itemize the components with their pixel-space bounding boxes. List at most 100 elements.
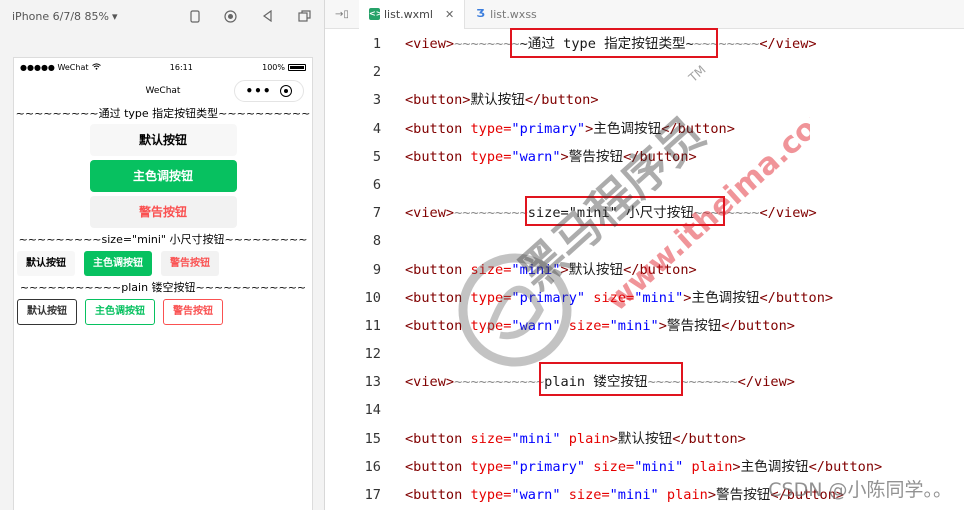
back-icon[interactable]	[259, 8, 275, 24]
line-number: 15	[364, 430, 381, 447]
line-number: 8	[372, 233, 381, 250]
code-token: </button>	[672, 430, 746, 447]
code-token: type=	[470, 120, 512, 137]
code-token: "warn"	[511, 487, 561, 503]
code-token: "mini"	[511, 261, 561, 278]
device-icon[interactable]	[187, 8, 203, 24]
plain-primary-button[interactable]: 主色调按钮	[85, 299, 155, 325]
line-number: 9	[372, 261, 381, 278]
code-token: <button	[405, 430, 463, 447]
chevron-down-icon: ▾	[111, 9, 118, 23]
code-token: ~	[685, 36, 694, 52]
code-editor: →▯ <> list.wxml ✕ Ʒ list.wxss 1 <view>~~…	[325, 0, 964, 510]
code-token: <button	[405, 458, 463, 475]
code-line: 4 <button type="primary">主色调按钮</button>	[325, 115, 964, 143]
plain-default-button[interactable]: 默认按钮	[17, 299, 77, 325]
code-token: ~~~~~~~~~~~	[647, 374, 738, 391]
code-token: type=	[470, 458, 512, 475]
code-line: 13 <view>~~~~~~~~~~~plain 镂空按钮~~~~~~~~~~…	[325, 368, 964, 396]
code-token: </view>	[759, 205, 817, 222]
code-token: "primary"	[511, 120, 586, 137]
split-editor-icon[interactable]: →▯	[325, 9, 359, 20]
line-number: 6	[372, 176, 381, 193]
code-line: 15 <button size="mini" plain>默认按钮</butto…	[325, 425, 964, 453]
code-token: "primary"	[511, 289, 586, 306]
code-token: >	[732, 458, 741, 475]
line-number: 1	[372, 36, 381, 52]
line-number: 11	[364, 317, 381, 334]
mini-warn-button[interactable]: 警告按钮	[161, 251, 219, 276]
device-selector[interactable]: iPhone 6/7/8 85% ▾	[12, 10, 118, 23]
line-number: 3	[372, 92, 381, 109]
close-miniprogram-icon[interactable]	[280, 85, 293, 97]
plain-warn-button[interactable]: 警告按钮	[163, 299, 223, 325]
code-line: 2	[325, 58, 964, 86]
code-token: ~	[519, 36, 528, 52]
code-line: 8	[325, 227, 964, 255]
line-number: 7	[372, 205, 381, 222]
code-token: <view>	[405, 374, 455, 391]
code-token: 警告按钮	[716, 487, 771, 503]
code-token: type=	[470, 487, 512, 503]
code-line: 9 <button size="mini">默认按钮</button>	[325, 256, 964, 284]
code-line: 10 <button type="primary" size="mini">主色…	[325, 284, 964, 312]
code-token: plain 镂空按钮	[544, 374, 648, 391]
copy-window-icon[interactable]	[296, 8, 312, 24]
mini-primary-button[interactable]: 主色调按钮	[84, 251, 152, 276]
line-number: 17	[364, 487, 381, 503]
battery-icon	[287, 63, 306, 71]
simulator-panel: iPhone 6/7/8 85% ▾ ●●●●● WeChat 16:11 10…	[0, 0, 325, 510]
line-number: 12	[364, 346, 381, 363]
code-token: >	[560, 261, 569, 278]
code-token: 警告按钮	[666, 317, 722, 334]
code-token: 默认按钮	[470, 92, 525, 109]
record-icon[interactable]	[222, 8, 238, 24]
line-number: 14	[364, 402, 381, 419]
section-type-label: ~~~~~~~~~通过 type 指定按钮类型~~~~~~~~~~	[15, 107, 311, 120]
code-token: </button>	[721, 317, 795, 334]
close-icon[interactable]: ✕	[445, 8, 454, 21]
line-number: 10	[364, 289, 381, 306]
simulator-toolbar: iPhone 6/7/8 85% ▾	[0, 0, 325, 32]
code-token: <button	[405, 261, 463, 278]
code-line: 12	[325, 340, 964, 368]
code-token: </button>	[524, 92, 599, 109]
tab-list-wxss[interactable]: Ʒ list.wxss	[465, 0, 547, 29]
code-token: <button	[405, 120, 463, 137]
code-token: 主色调按钮	[691, 289, 760, 306]
code-line: 14	[325, 396, 964, 424]
warn-button[interactable]: 警告按钮	[89, 196, 237, 228]
tab-list-wxml[interactable]: <> list.wxml ✕	[359, 0, 466, 29]
code-token: ~~~~~~~~	[693, 205, 760, 222]
code-token: </button>	[759, 289, 834, 306]
code-token: size=	[470, 430, 512, 447]
csdn-watermark: CSDN @小陈同学。。	[768, 479, 952, 501]
more-icon[interactable]: •••	[245, 85, 271, 97]
code-token: size=	[593, 289, 635, 306]
line-number: 2	[372, 64, 381, 81]
code-token: "mini"	[609, 487, 659, 503]
code-area[interactable]: 1 <view>~~~~~~~~~通过 type 指定按钮类型~~~~~~~~~…	[325, 30, 964, 509]
section-mini-label: ~~~~~~~~~size="mini" 小尺寸按钮~~~~~~~~~	[18, 233, 308, 246]
code-token: 警告按钮	[568, 148, 624, 165]
code-token: "warn"	[511, 317, 561, 334]
tab-label: list.wxss	[490, 7, 537, 21]
default-button[interactable]: 默认按钮	[89, 124, 237, 156]
wifi-icon	[91, 62, 101, 72]
primary-button[interactable]: 主色调按钮	[89, 160, 237, 192]
code-token: <button	[405, 148, 463, 165]
code-token: size=	[593, 458, 635, 475]
code-token: <view>	[405, 36, 455, 52]
device-label: iPhone 6/7/8 85%	[12, 9, 109, 23]
code-token: ~~~~~~~~	[693, 36, 760, 52]
phone-screen: ●●●●● WeChat 16:11 100% WeChat ••• ~~~~~…	[13, 57, 313, 510]
mini-button-row: 默认按钮 主色调按钮 警告按钮	[14, 251, 312, 276]
code-token: </button>	[623, 261, 697, 278]
code-token: <button	[405, 487, 463, 503]
code-token: "mini"	[511, 430, 561, 447]
code-token: plain	[568, 430, 610, 447]
nav-title: WeChat	[145, 86, 181, 96]
mini-default-button[interactable]: 默认按钮	[17, 251, 75, 276]
carrier-label: ●●●●● WeChat	[20, 62, 89, 72]
code-token: type=	[470, 317, 512, 334]
